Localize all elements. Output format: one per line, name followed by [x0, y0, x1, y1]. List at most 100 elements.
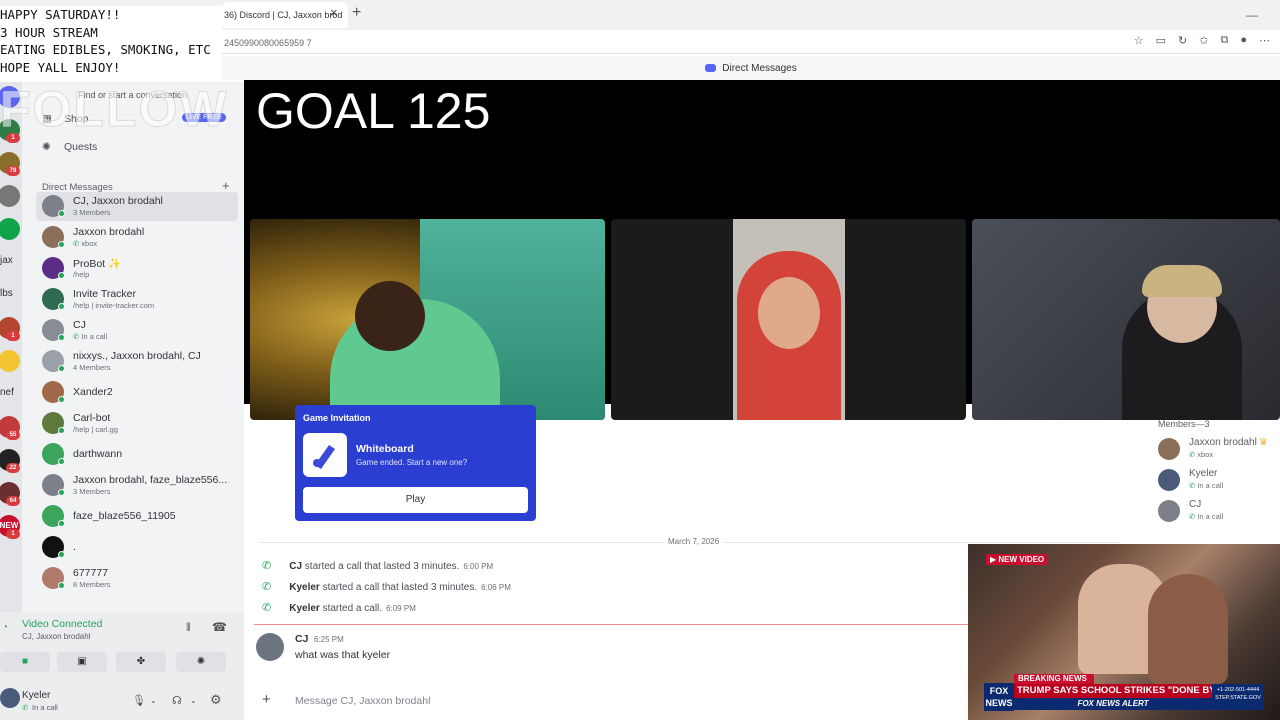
chevron-down-icon[interactable]: ⌄: [190, 696, 197, 705]
dm-item[interactable]: Carl-bot/help | carl.gg: [36, 409, 238, 438]
dm-name: CJ, Jaxxon brodahl: [73, 195, 163, 207]
member-item[interactable]: Jaxxon brodahl ♛ ✆ xbox: [1158, 436, 1278, 462]
dm-subtitle: 4 Members: [73, 363, 111, 372]
dm-subtitle-text: 3 Members: [73, 487, 111, 496]
dm-subtitle-text: 3 Members: [73, 208, 111, 217]
server-rail: 1 78 jax lbs 1 nef 55 22 64 NEW 1: [0, 82, 22, 612]
status-dot: [58, 334, 65, 341]
user-name: Kyeler: [22, 690, 51, 701]
dm-item[interactable]: nixxys., Jaxxon brodahl, CJ 4 Members: [36, 347, 238, 376]
server-badge: 1: [6, 331, 20, 341]
server-badge: 55: [6, 430, 20, 440]
favorites-icon[interactable]: ✩: [1199, 34, 1208, 47]
dm-name: Invite Tracker: [73, 288, 137, 300]
dm-name: .: [73, 541, 76, 553]
dm-name: ProBot ✨: [73, 258, 122, 270]
system-message-author[interactable]: Kyeler: [289, 603, 320, 614]
member-item[interactable]: CJ ✆ In a call: [1158, 498, 1278, 524]
system-message-time: 6:00 PM: [463, 562, 494, 571]
attach-plus-icon[interactable]: +: [262, 691, 271, 708]
microphone-icon[interactable]: 🎙︎: [132, 694, 146, 707]
activities-button[interactable]: ✤: [116, 652, 166, 672]
address-bar[interactable]: 2450990080065959 7 ☆ ▭ ↻ ✩ ⧉ ● ⋯: [222, 30, 1280, 54]
refresh-icon[interactable]: ↻: [1178, 34, 1187, 47]
dm-item[interactable]: ProBot ✨/help: [36, 254, 238, 283]
message-time: 6:25 PM: [314, 635, 344, 644]
noise-suppression-icon[interactable]: ⦀: [186, 622, 191, 635]
dm-item[interactable]: faze_blaze556_11905: [36, 502, 238, 531]
status-dot: [58, 489, 65, 496]
dm-item[interactable]: Invite Tracker/help | invite-tracker.com: [36, 285, 238, 314]
server-label[interactable]: jax: [0, 255, 13, 266]
dm-subtitle-text: /help: [73, 270, 90, 279]
server-badge: 1: [6, 529, 20, 539]
menu-icon[interactable]: ⋯: [1259, 34, 1270, 47]
dm-item[interactable]: Xander2: [36, 378, 238, 407]
news-person: [1148, 574, 1228, 684]
chevron-down-icon[interactable]: ⌄: [150, 696, 157, 705]
dm-item[interactable]: Jaxxon brodahl ✆ xbox: [36, 223, 238, 252]
dm-subtitle: /help: [73, 270, 89, 279]
dm-subtitle: /help | carl.gg: [73, 425, 118, 434]
avatar: [1158, 469, 1180, 491]
channel-sidebar: Find or start a conversation ▦ Shop LIVE…: [22, 82, 244, 612]
dm-item[interactable]: darthwann: [36, 440, 238, 469]
dm-subtitle: ✆ In a call: [73, 332, 107, 341]
status-dot: [58, 210, 65, 217]
dm-item[interactable]: CJ, Jaxxon brodahl 3 Members: [36, 192, 238, 221]
tab-close-icon[interactable]: ×: [330, 5, 338, 20]
quests-link[interactable]: ✺ Quests: [42, 141, 97, 153]
dm-subtitle: 3 Members: [73, 208, 111, 217]
add-dm-icon[interactable]: +: [222, 178, 230, 193]
server-label[interactable]: lbs: [0, 288, 13, 299]
soundboard-button[interactable]: ✺: [176, 652, 226, 672]
server-icon[interactable]: [0, 350, 20, 372]
phone-icon: ✆: [1189, 481, 1196, 490]
settings-icon[interactable]: ⚙: [210, 692, 222, 708]
camera-button[interactable]: ■: [0, 652, 50, 672]
breaking-news-label: BREAKING NEWS: [1014, 674, 1094, 684]
soundboard-icon: ✺: [196, 656, 206, 667]
dm-item[interactable]: 677777 8 Members: [36, 564, 238, 593]
date-label: March 7, 2026: [664, 537, 724, 546]
server-icon[interactable]: [0, 185, 20, 207]
system-message: ✆ Kyeler started a call. 6:09 PM: [262, 601, 416, 614]
screen-share-button[interactable]: ▣: [57, 652, 107, 672]
whiteboard-icon: [303, 433, 347, 477]
disconnect-icon[interactable]: ☎: [212, 620, 227, 634]
member-status-text: In a call: [1197, 481, 1224, 490]
profile-icon[interactable]: ●: [1240, 34, 1247, 47]
phone-icon: ✆: [1189, 450, 1196, 459]
new-messages-line: [254, 624, 968, 625]
video-tile-kyeler[interactable]: [972, 219, 1280, 420]
system-message-author[interactable]: CJ: [289, 561, 302, 572]
headphones-icon[interactable]: ☊: [172, 694, 182, 707]
video-tile-jaxxon[interactable]: [250, 219, 605, 420]
collections-icon[interactable]: ⧉: [1220, 34, 1228, 47]
message-input-placeholder: Message CJ, Jaxxon brodahl: [295, 695, 431, 707]
system-message: ✆ Kyeler started a call that lasted 3 min…: [262, 580, 511, 593]
dm-item[interactable]: .: [36, 533, 238, 562]
server-icon[interactable]: [0, 218, 20, 240]
news-phone-info: +1-202-501-4444 STEP.STATE.GOV: [1212, 684, 1264, 710]
quests-label: Quests: [64, 141, 98, 153]
dm-item[interactable]: CJ ✆ In a call: [36, 316, 238, 345]
voice-status-title: Video Connected: [22, 618, 103, 630]
server-label[interactable]: nef: [0, 387, 14, 398]
star-icon[interactable]: ☆: [1134, 34, 1144, 47]
system-message-author[interactable]: Kyeler: [289, 582, 320, 593]
message-author[interactable]: CJ: [295, 633, 308, 645]
play-button[interactable]: Play: [303, 487, 528, 513]
user-avatar[interactable]: [0, 688, 20, 708]
member-item[interactable]: Kyeler ✆ In a call: [1158, 467, 1278, 493]
video-icon[interactable]: ▭: [1156, 34, 1166, 47]
quests-icon: ✺: [42, 141, 51, 153]
game-name: Whiteboard: [356, 443, 414, 455]
message-avatar[interactable]: [256, 633, 284, 661]
dm-item[interactable]: Jaxxon brodahl, faze_blaze556... 3 Member…: [36, 471, 238, 500]
new-tab-icon[interactable]: +: [352, 4, 361, 22]
video-tile-cj[interactable]: [611, 219, 966, 420]
minimize-icon[interactable]: —: [1246, 8, 1258, 22]
game-status: Game ended. Start a new one?: [356, 458, 468, 467]
dm-subtitle-text: 8 Members: [73, 580, 111, 589]
